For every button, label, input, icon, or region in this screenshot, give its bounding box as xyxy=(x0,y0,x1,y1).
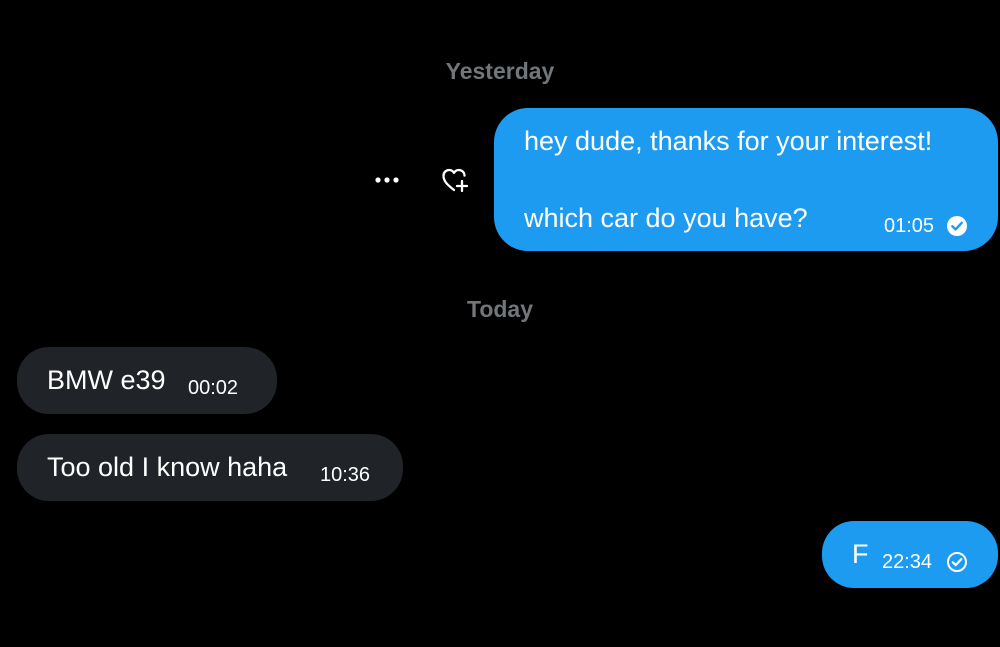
heart-plus-icon[interactable] xyxy=(438,162,474,198)
more-horizontal-icon[interactable] xyxy=(372,162,402,198)
message-timestamp: 22:34 xyxy=(882,551,933,573)
day-separator-yesterday: Yesterday xyxy=(445,58,555,84)
message-timestamp: 01:05 xyxy=(884,215,935,237)
message-text: BMW e39 xyxy=(47,365,166,395)
message-timestamp: 00:02 xyxy=(188,377,239,399)
message-text: F xyxy=(852,539,869,569)
message-text-line: which car do you have? xyxy=(524,203,808,233)
message-text-line: hey dude, thanks for your interest! xyxy=(524,126,933,156)
message-bubble-incoming[interactable]: Too old I know haha 10:36 xyxy=(17,434,403,501)
message-timestamp: 10:36 xyxy=(320,464,371,486)
check-circle-filled-icon xyxy=(946,215,968,237)
message-bubble-incoming[interactable]: BMW e39 00:02 xyxy=(17,347,277,414)
message-bubble-outgoing[interactable]: F 22:34 xyxy=(822,521,998,588)
message-text: Too old I know haha xyxy=(47,452,288,482)
day-separator-today: Today xyxy=(466,296,534,322)
message-actions xyxy=(372,162,474,198)
check-circle-outline-icon xyxy=(946,551,968,573)
message-bubble-outgoing[interactable]: hey dude, thanks for your interest! whic… xyxy=(494,108,998,251)
